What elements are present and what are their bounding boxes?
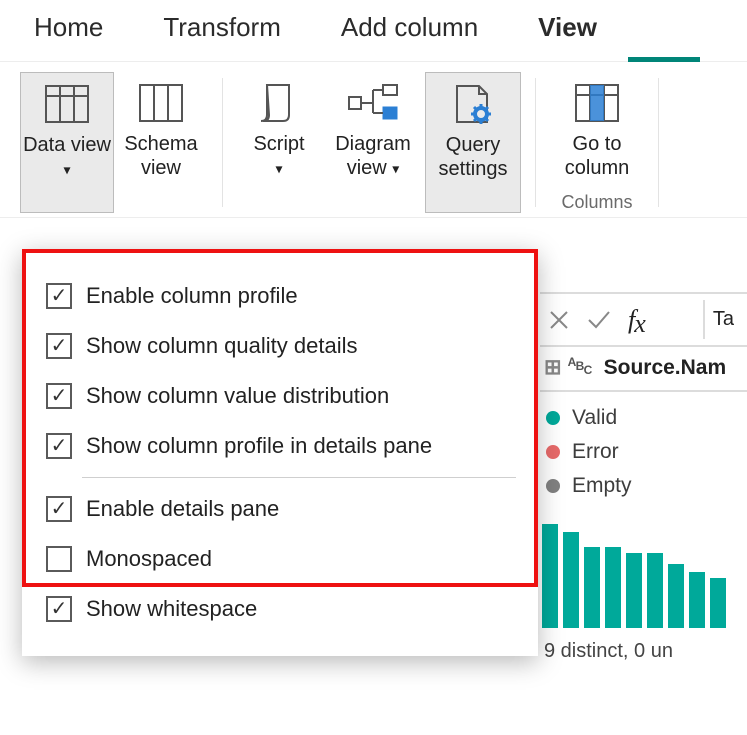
confirm-icon[interactable] [586, 309, 612, 331]
opt-show-profile-details-pane[interactable]: Show column profile in details pane [42, 421, 518, 471]
query-settings-button[interactable]: Query settings [425, 72, 521, 213]
script-label: Script [253, 133, 304, 155]
active-tab-underline [628, 57, 700, 62]
checkbox-icon[interactable] [46, 433, 72, 459]
dot-valid-icon [546, 411, 560, 425]
chevron-down-icon: ▾ [63, 161, 70, 177]
stat-empty: Empty [546, 474, 744, 498]
data-view-icon [44, 79, 90, 129]
go-to-column-icon [574, 78, 620, 128]
opt-label: Enable column profile [86, 283, 298, 309]
opt-show-quality-details[interactable]: Show column quality details [42, 321, 518, 371]
stat-valid: Valid [546, 406, 744, 430]
checkbox-icon[interactable] [46, 546, 72, 572]
dot-empty-icon [546, 479, 560, 493]
diagram-view-label: Diagram view [335, 133, 411, 179]
checkbox-icon[interactable] [46, 333, 72, 359]
opt-show-whitespace[interactable]: Show whitespace [42, 584, 518, 634]
checkbox-icon[interactable] [46, 283, 72, 309]
opt-enable-column-profile[interactable]: Enable column profile [42, 271, 518, 321]
column-quality-stats: Valid Error Empty [540, 392, 747, 514]
distribution-bar [605, 547, 621, 628]
distribution-bar [563, 532, 579, 628]
dropdown-separator [82, 477, 516, 478]
distribution-bar [668, 564, 684, 628]
distribution-bar [626, 553, 642, 628]
tab-home[interactable]: Home [34, 12, 103, 53]
chevron-down-icon: ▾ [392, 160, 399, 176]
opt-label: Monospaced [86, 546, 212, 572]
go-to-column-button[interactable]: Go to column [550, 72, 644, 186]
distribution-bar [647, 553, 663, 628]
distribution-label: 9 distinct, 0 un [540, 634, 747, 669]
opt-monospaced[interactable]: Monospaced [42, 534, 518, 584]
column-header[interactable]: ⊞ B Source.Nam [540, 347, 747, 392]
schema-view-label: Schema view [116, 132, 206, 180]
stat-empty-label: Empty [572, 474, 632, 498]
checkbox-icon[interactable] [46, 496, 72, 522]
distribution-bar [542, 524, 558, 628]
checkbox-icon[interactable] [46, 596, 72, 622]
data-view-button[interactable]: Data view ▾ [20, 72, 114, 213]
opt-label: Show column quality details [86, 333, 357, 359]
dot-error-icon [546, 445, 560, 459]
ribbon-group-label: Columns [561, 192, 632, 213]
ribbon-tabs: Home Transform Add column View [0, 0, 747, 61]
ribbon-separator [658, 78, 659, 207]
fx-icon[interactable]: fx [628, 305, 645, 335]
cancel-icon[interactable] [548, 309, 570, 331]
tab-transform[interactable]: Transform [163, 12, 281, 53]
data-view-dropdown: Enable column profile Show column qualit… [22, 249, 538, 656]
schema-view-icon [138, 78, 184, 128]
chevron-down-icon: ▾ [275, 160, 282, 176]
opt-label: Show whitespace [86, 596, 257, 622]
script-button[interactable]: Script ▾ [237, 72, 321, 213]
opt-label: Show column profile in details pane [86, 433, 432, 459]
tab-view[interactable]: View [538, 12, 597, 53]
go-to-column-label: Go to column [552, 132, 642, 180]
formula-text[interactable]: Ta [703, 300, 742, 339]
stat-error-label: Error [572, 440, 619, 464]
opt-show-value-distribution[interactable]: Show column value distribution [42, 371, 518, 421]
data-view-label: Data view [23, 134, 111, 156]
query-settings-label: Query settings [428, 133, 518, 181]
column-header-label: Source.Nam [604, 356, 727, 380]
diagram-view-button[interactable]: Diagram view ▾ [321, 72, 425, 213]
ribbon: Data view ▾ Schema view Script ▾ Diagram … [0, 62, 747, 217]
ribbon-separator [535, 78, 536, 207]
distribution-bar [584, 547, 600, 628]
formula-bar: fx Ta [540, 292, 747, 347]
script-icon [259, 78, 299, 128]
stat-error: Error [546, 440, 744, 464]
expand-icon[interactable]: ⊞ [544, 355, 562, 380]
right-panel: fx Ta ⊞ B Source.Nam Valid Error Empty 9… [540, 292, 747, 669]
diagram-view-icon [347, 78, 399, 128]
ribbon-separator [222, 78, 223, 207]
opt-label: Show column value distribution [86, 383, 389, 409]
tab-add-column[interactable]: Add column [341, 12, 478, 53]
column-type-text-icon: B [568, 357, 598, 379]
schema-view-button[interactable]: Schema view [114, 72, 208, 213]
query-settings-icon [451, 79, 495, 129]
distribution-chart [540, 514, 747, 634]
opt-label: Enable details pane [86, 496, 279, 522]
distribution-bar [689, 572, 705, 628]
distribution-bar [710, 578, 726, 628]
checkbox-icon[interactable] [46, 383, 72, 409]
stat-valid-label: Valid [572, 406, 617, 430]
opt-enable-details-pane[interactable]: Enable details pane [42, 484, 518, 534]
